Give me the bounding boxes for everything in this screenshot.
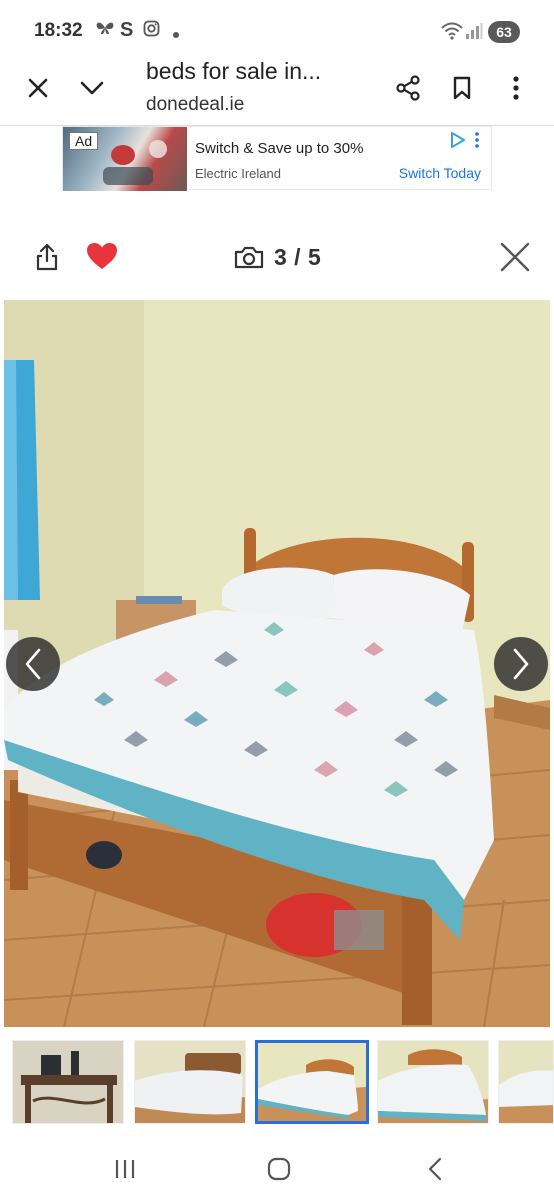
expand-button[interactable] [72,68,112,108]
system-navigation-bar [0,1138,554,1200]
close-icon [28,78,48,98]
ad-image: Ad [63,127,187,191]
chevron-left-icon [25,648,41,680]
favorite-button[interactable] [86,242,120,274]
listing-photo[interactable] [4,300,550,1027]
browser-header: beds for sale in... donedeal.ie [0,50,554,126]
close-viewer-button[interactable] [498,240,534,276]
ad-headline[interactable]: Switch & Save up to 30% [195,140,363,157]
status-time: 18:32 [34,20,83,41]
recents-icon [115,1160,135,1178]
thumbnail-3-active[interactable] [255,1040,369,1124]
back-icon [428,1157,442,1181]
home-icon [267,1157,291,1181]
share-photo-button[interactable] [34,242,64,274]
bookmark-icon [453,76,471,100]
ad-cta-button[interactable]: Switch Today [399,165,481,181]
camera-icon [234,246,264,269]
viewer-toolbar: 3 / 5 [0,230,554,286]
chevron-down-icon [80,81,104,95]
s-app-icon: S [120,19,134,41]
share-icon [396,75,420,101]
battery-badge: 63 [488,21,520,43]
page-domain[interactable]: donedeal.ie [146,94,244,116]
upload-share-icon [36,243,58,271]
share-button[interactable] [388,68,428,108]
page-title[interactable]: beds for sale in... [146,58,321,85]
photo-counter: 3 / 5 [234,242,321,272]
instagram-icon [143,20,160,42]
more-options-button[interactable] [496,68,536,108]
wifi-icon [441,22,463,45]
ad-banner[interactable]: Ad Switch & Save up to 30% Electric Irel… [62,126,492,191]
chevron-right-icon [513,648,529,680]
ad-label: Ad [69,132,99,150]
thumbnail-strip [0,1040,554,1126]
thumbnail-2[interactable] [134,1040,246,1124]
ad-choices[interactable] [443,130,483,150]
previous-photo-button[interactable] [6,637,60,691]
next-photo-button[interactable] [494,637,548,691]
signal-icon [465,22,483,45]
close-icon [500,242,530,272]
adchoices-icon [451,132,479,148]
more-vert-icon [513,76,519,100]
ad-advertiser: Electric Ireland [195,166,281,181]
back-button[interactable] [420,1156,450,1182]
butterfly-icon [95,20,115,41]
thumbnail-1[interactable] [12,1040,124,1124]
photo-counter-text: 3 / 5 [274,243,322,270]
bookmark-button[interactable] [442,68,482,108]
thumbnail-4[interactable] [377,1040,489,1124]
dot-icon [172,24,180,44]
home-button[interactable] [264,1156,294,1182]
heart-icon [87,243,117,269]
recents-button[interactable] [110,1156,140,1182]
close-tab-button[interactable] [18,68,58,108]
thumbnail-5[interactable] [498,1040,554,1124]
